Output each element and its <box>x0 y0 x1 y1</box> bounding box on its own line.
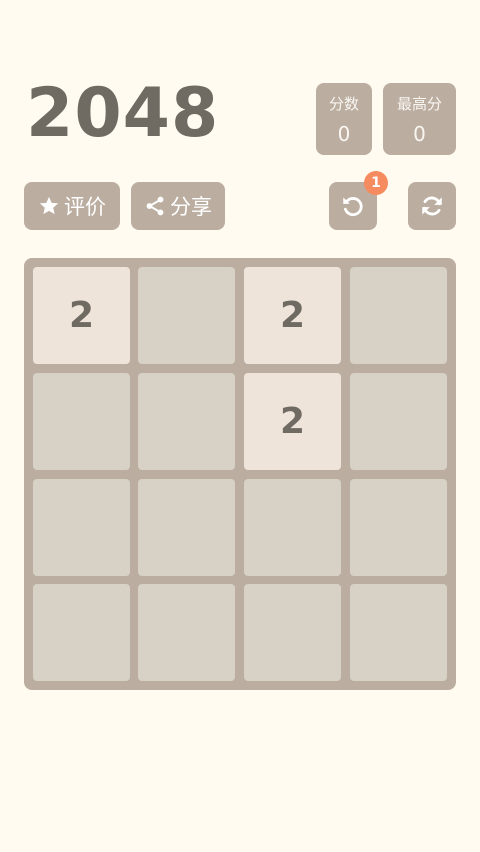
star-icon <box>38 195 60 217</box>
board-cell-0-0-tile-2: 2 <box>33 267 130 364</box>
best-score-value: 0 <box>413 122 426 146</box>
board-cell-1-2-tile-2: 2 <box>244 373 341 470</box>
board-cell-3-0 <box>33 584 130 681</box>
board-cell-3-1 <box>138 584 235 681</box>
restart-button[interactable] <box>408 182 456 230</box>
board-cell-3-2 <box>244 584 341 681</box>
board-cell-2-0 <box>33 479 130 576</box>
score-label: 分数 <box>328 95 359 113</box>
board-cell-0-1 <box>138 267 235 364</box>
board-cell-2-1 <box>138 479 235 576</box>
share-button[interactable]: 分享 <box>131 182 225 230</box>
board-cell-0-3 <box>350 267 447 364</box>
board-cell-0-2-tile-2: 2 <box>244 267 341 364</box>
board-cell-1-0 <box>33 373 130 470</box>
undo-icon <box>340 193 366 219</box>
score-box: 分数 0 <box>316 83 372 155</box>
share-icon <box>144 195 166 217</box>
restart-icon <box>419 193 445 219</box>
board-cell-3-3 <box>350 584 447 681</box>
share-label: 分享 <box>170 195 212 219</box>
best-score-box: 最高分 0 <box>383 83 456 155</box>
board-cell-2-2 <box>244 479 341 576</box>
undo-count-badge: 1 <box>364 171 388 195</box>
board-cell-1-3 <box>350 373 447 470</box>
game-board[interactable]: 2 2 2 <box>24 258 456 690</box>
board-cell-2-3 <box>350 479 447 576</box>
game-title: 2048 <box>26 74 220 153</box>
board-cell-1-1 <box>138 373 235 470</box>
score-value: 0 <box>337 122 351 146</box>
rate-label: 评价 <box>64 195 106 219</box>
best-score-label: 最高分 <box>396 95 442 113</box>
rate-button[interactable]: 评价 <box>24 182 120 230</box>
